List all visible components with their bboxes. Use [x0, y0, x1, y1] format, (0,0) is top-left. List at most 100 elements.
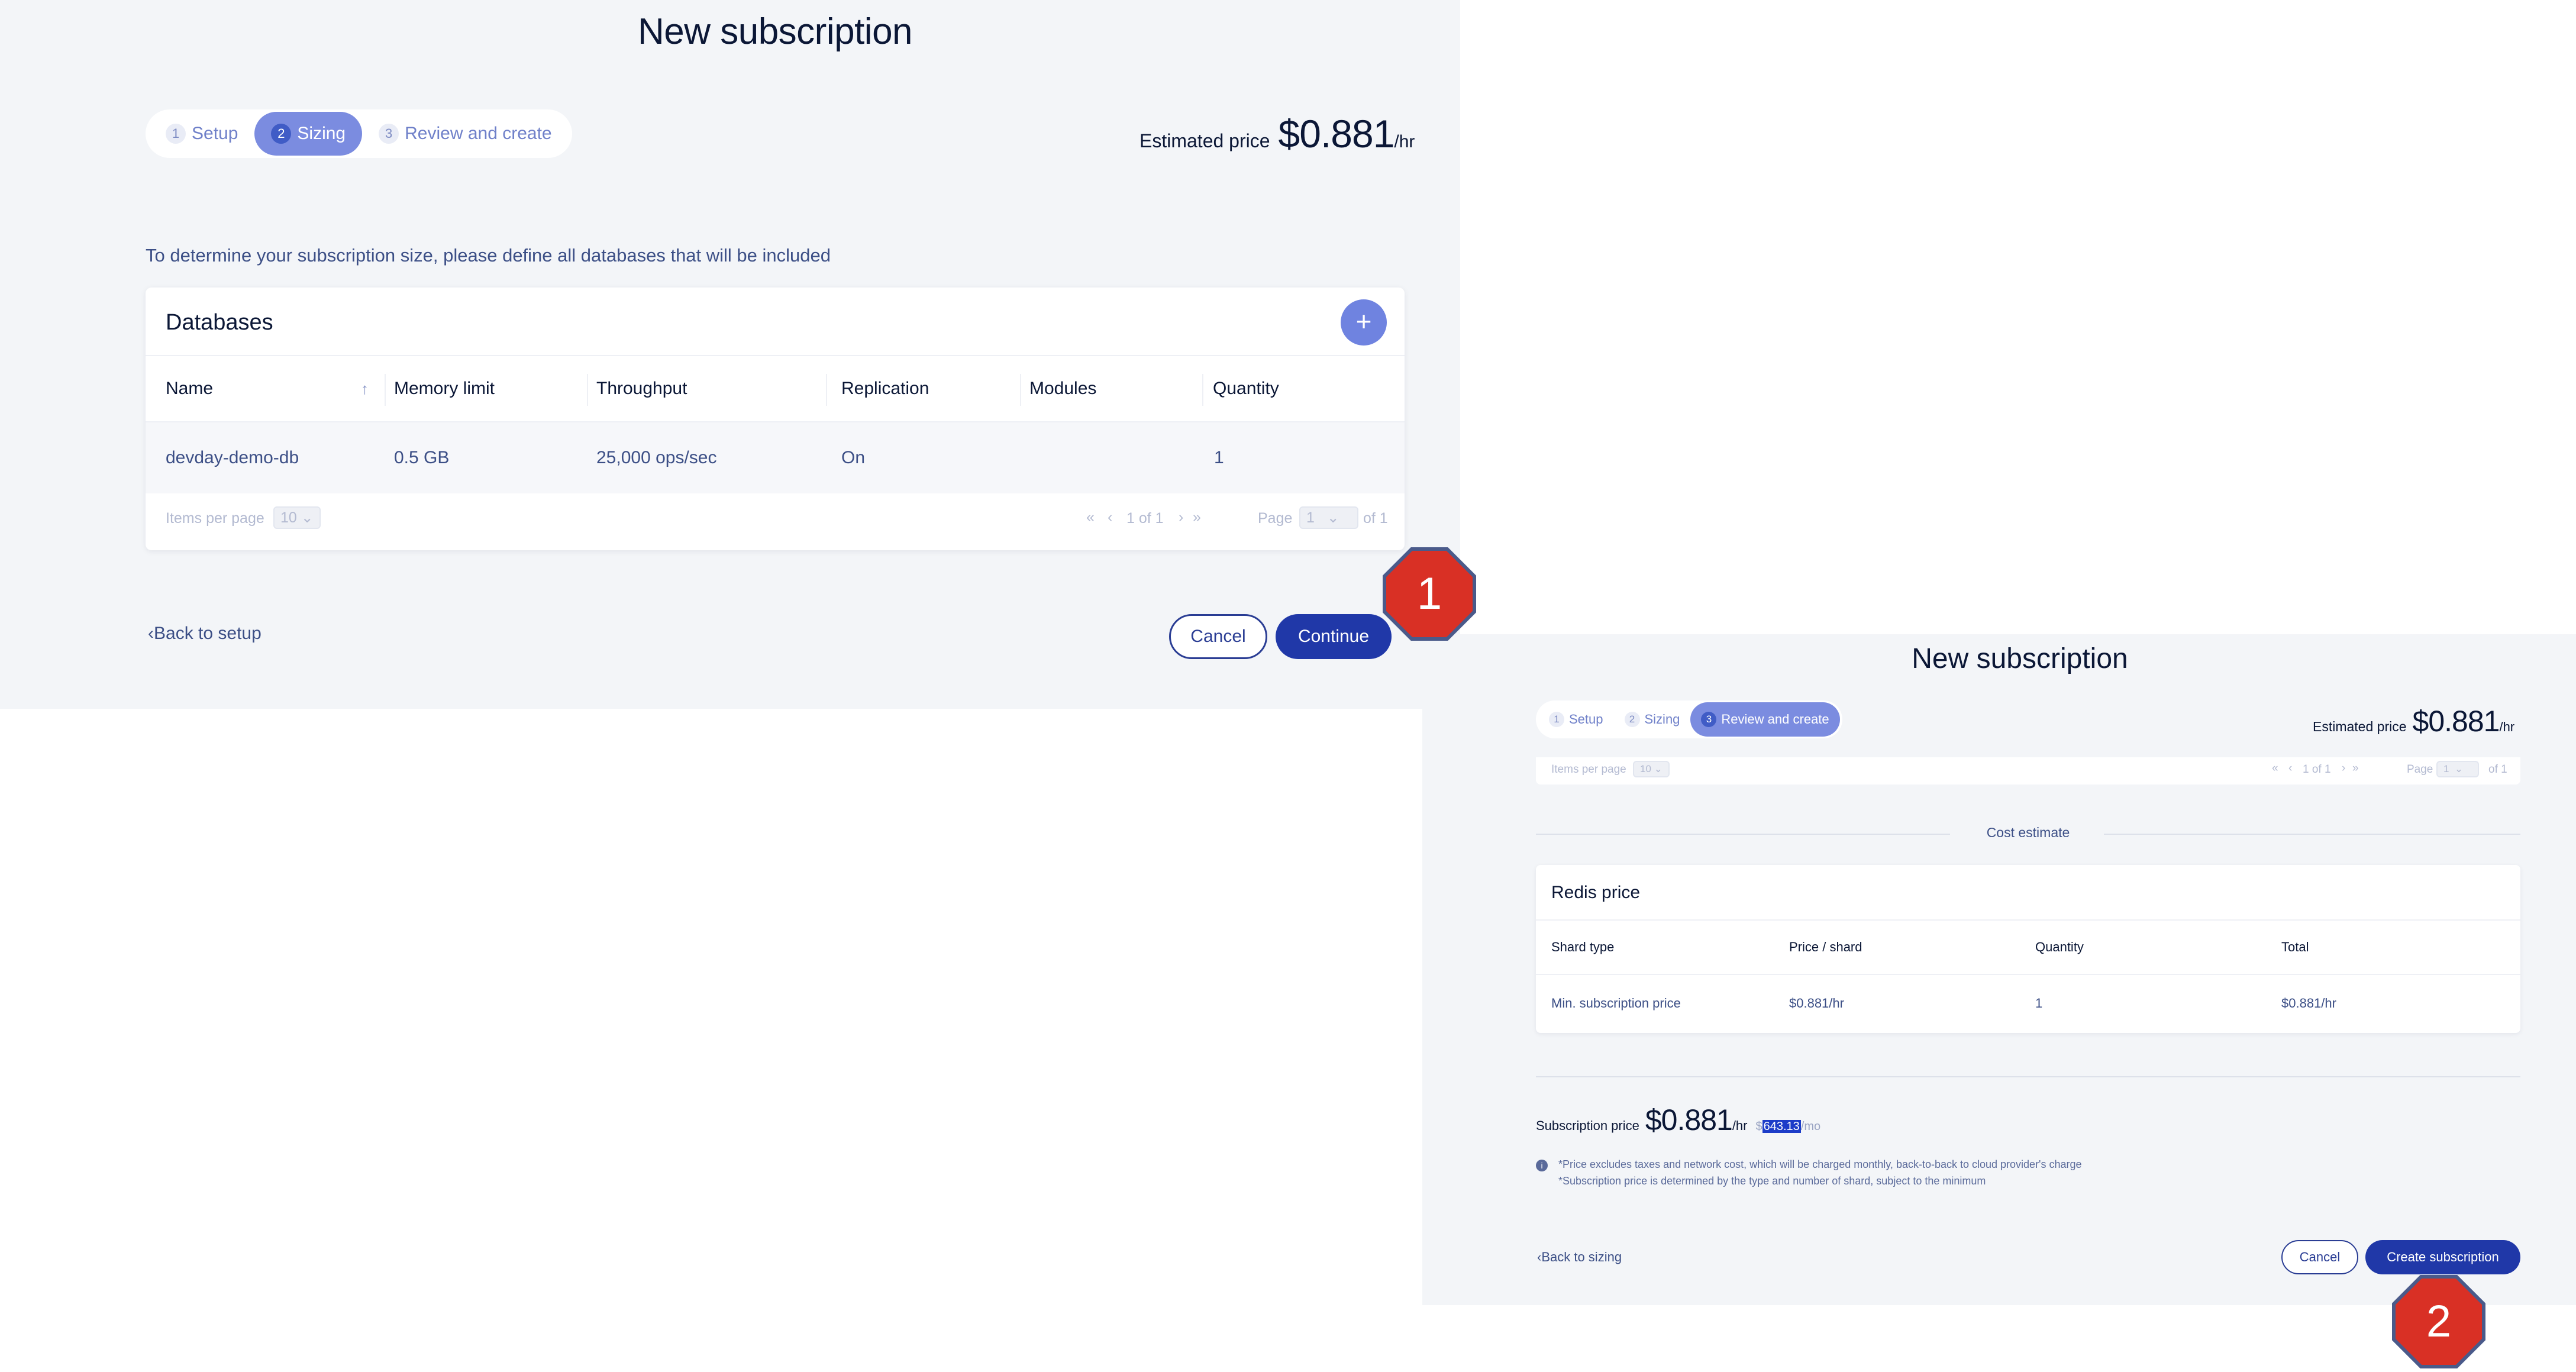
items-per-page-value: 10 [280, 509, 297, 526]
cancel-button[interactable]: Cancel [1169, 614, 1267, 659]
items-per-page-select[interactable]: 10 ⌄ [1633, 761, 1670, 777]
step-setup[interactable]: 1 Setup [1538, 702, 1614, 737]
column-header-quantity: Quantity [2035, 940, 2084, 954]
estimated-price-value: $0.881 [1278, 112, 1395, 156]
databases-card: Databases + Name ↑ Memory limit Throughp… [146, 288, 1405, 550]
back-to-setup-link[interactable]: ‹Back to setup [148, 624, 262, 644]
column-header-shard-type: Shard type [1551, 940, 1615, 954]
step-sizing[interactable]: 2 Sizing [254, 112, 363, 156]
column-header-throughput[interactable]: Throughput [596, 379, 687, 399]
estimated-price-unit: /hr [2499, 719, 2515, 734]
step-setup[interactable]: 1 Setup [149, 112, 254, 156]
step-label: Sizing [1644, 712, 1680, 727]
page-title: New subscription [1912, 643, 2128, 674]
estimated-price: Estimated price $0.881 /hr [2313, 704, 2514, 738]
items-per-page-label: Items per page [1551, 763, 1626, 776]
monthly-price[interactable]: $643.13/mo [1755, 1120, 1821, 1134]
shard-total: $0.881/hr [2281, 996, 2336, 1011]
page-range: 1 of 1 [1126, 510, 1164, 527]
step-review-and-create[interactable]: 3 Review and create [1690, 702, 1840, 737]
next-page-icon[interactable]: › [1179, 509, 1183, 526]
page-label: Page [2407, 763, 2433, 776]
table-pagination: Items per page 10 ⌄ « ‹ 1 of 1 › » Page … [1536, 757, 2520, 785]
items-per-page-select[interactable]: 10 ⌄ [273, 506, 321, 529]
column-header-name[interactable]: Name [166, 379, 213, 399]
shard-type: Min. subscription price [1551, 996, 1681, 1011]
step-number: 3 [379, 124, 399, 144]
back-to-sizing-link[interactable]: ‹Back to sizing [1537, 1250, 1622, 1265]
table-row[interactable]: devday-demo-db 0.5 GB 25,000 ops/sec On … [146, 422, 1405, 493]
subscription-price-label: Subscription price [1536, 1118, 1639, 1133]
first-page-icon[interactable]: « [1086, 509, 1095, 526]
page-title: New subscription [637, 11, 913, 52]
step-label: Setup [192, 124, 238, 143]
database-memory: 0.5 GB [394, 448, 450, 467]
items-per-page-value: 10 [1640, 763, 1651, 774]
price-note: *Price excludes taxes and network cost, … [1558, 1158, 2082, 1170]
database-replication: On [841, 448, 866, 467]
badge-number: 1 [1416, 569, 1442, 619]
step-label: Review and create [405, 124, 552, 143]
estimated-price-label: Estimated price [1139, 130, 1270, 151]
cost-estimate-divider: Cost estimate [1536, 825, 2520, 842]
prev-page-icon[interactable]: ‹ [2288, 762, 2292, 775]
back-to-sizing-label: Back to sizing [1541, 1250, 1622, 1264]
step-number: 1 [166, 124, 186, 144]
database-name[interactable]: devday-demo-db [166, 448, 299, 468]
cancel-button[interactable]: Cancel [2281, 1240, 2358, 1274]
database-quantity: 1 [1214, 448, 1224, 467]
review-screen: New subscription 1 Setup 2 Sizing 3 Revi… [1422, 634, 2576, 1305]
estimated-price-label: Estimated price [2313, 719, 2407, 734]
next-page-icon[interactable]: › [2342, 762, 2345, 775]
page-count: of 1 [2488, 763, 2507, 776]
step-sizing[interactable]: 2 Sizing [1614, 702, 1691, 737]
page-range: 1 of 1 [2303, 763, 2331, 776]
step-label: Sizing [297, 124, 346, 143]
subscription-price: Subscription price $0.881 /hr $643.13/mo [1536, 1103, 1820, 1137]
monthly-price-unit: /mo [1800, 1120, 1821, 1133]
create-subscription-button[interactable]: Create subscription [2365, 1240, 2520, 1274]
step-review-and-create[interactable]: 3 Review and create [362, 112, 568, 156]
column-header-total: Total [2281, 940, 2309, 954]
column-header-memory-limit[interactable]: Memory limit [394, 379, 495, 399]
page-value: 1 [1306, 509, 1315, 526]
continue-button[interactable]: Continue [1276, 614, 1392, 659]
column-header-replication[interactable]: Replication [841, 379, 929, 399]
page-value: 1 [2443, 763, 2449, 774]
page-select[interactable]: 1 ⌄ [2436, 761, 2479, 777]
badge-number: 2 [2426, 1296, 2452, 1347]
column-header-price-per-shard: Price / shard [1789, 940, 1862, 954]
step-number: 1 [1549, 712, 1564, 727]
step-number: 2 [271, 124, 292, 144]
databases-title: Databases [166, 310, 273, 335]
divider [1536, 1076, 2520, 1077]
price-notes: i *Price excludes taxes and network cost… [1536, 1156, 2082, 1189]
step-number: 3 [1701, 712, 1717, 727]
page-label: Page [1258, 510, 1293, 527]
redis-price-title: Redis price [1551, 883, 1641, 902]
monthly-price-currency: $ [1755, 1120, 1762, 1133]
first-page-icon[interactable]: « [2272, 762, 2278, 775]
items-per-page-label: Items per page [166, 510, 264, 527]
price-per-shard: $0.881/hr [1789, 996, 1844, 1011]
price-note: *Subscription price is determined by the… [1558, 1175, 1986, 1187]
prev-page-icon[interactable]: ‹ [1108, 509, 1112, 526]
cost-estimate-label: Cost estimate [1986, 825, 2070, 840]
column-header-quantity[interactable]: Quantity [1213, 379, 1279, 399]
last-page-icon[interactable]: » [1193, 509, 1201, 526]
column-header-modules[interactable]: Modules [1029, 379, 1096, 399]
step-badge: 2 [2391, 1274, 2486, 1369]
table-header: Shard type Price / shard Quantity Total [1536, 919, 2520, 975]
database-throughput: 25,000 ops/sec [596, 448, 717, 467]
back-to-setup-label: Back to setup [154, 624, 262, 643]
monthly-price-selected[interactable]: 643.13 [1762, 1120, 1801, 1133]
add-database-button[interactable]: + [1341, 299, 1387, 346]
page-select[interactable]: 1 ⌄ [1299, 506, 1358, 529]
step-number: 2 [1624, 712, 1640, 727]
sizing-intro-text: To determine your subscription size, ple… [146, 245, 831, 266]
last-page-icon[interactable]: » [2352, 762, 2359, 775]
page-count: of 1 [1363, 510, 1388, 527]
estimated-price-value: $0.881 [2412, 705, 2500, 738]
table-header: Name ↑ Memory limit Throughput Replicati… [146, 355, 1405, 422]
sort-arrow-icon[interactable]: ↑ [361, 380, 369, 398]
